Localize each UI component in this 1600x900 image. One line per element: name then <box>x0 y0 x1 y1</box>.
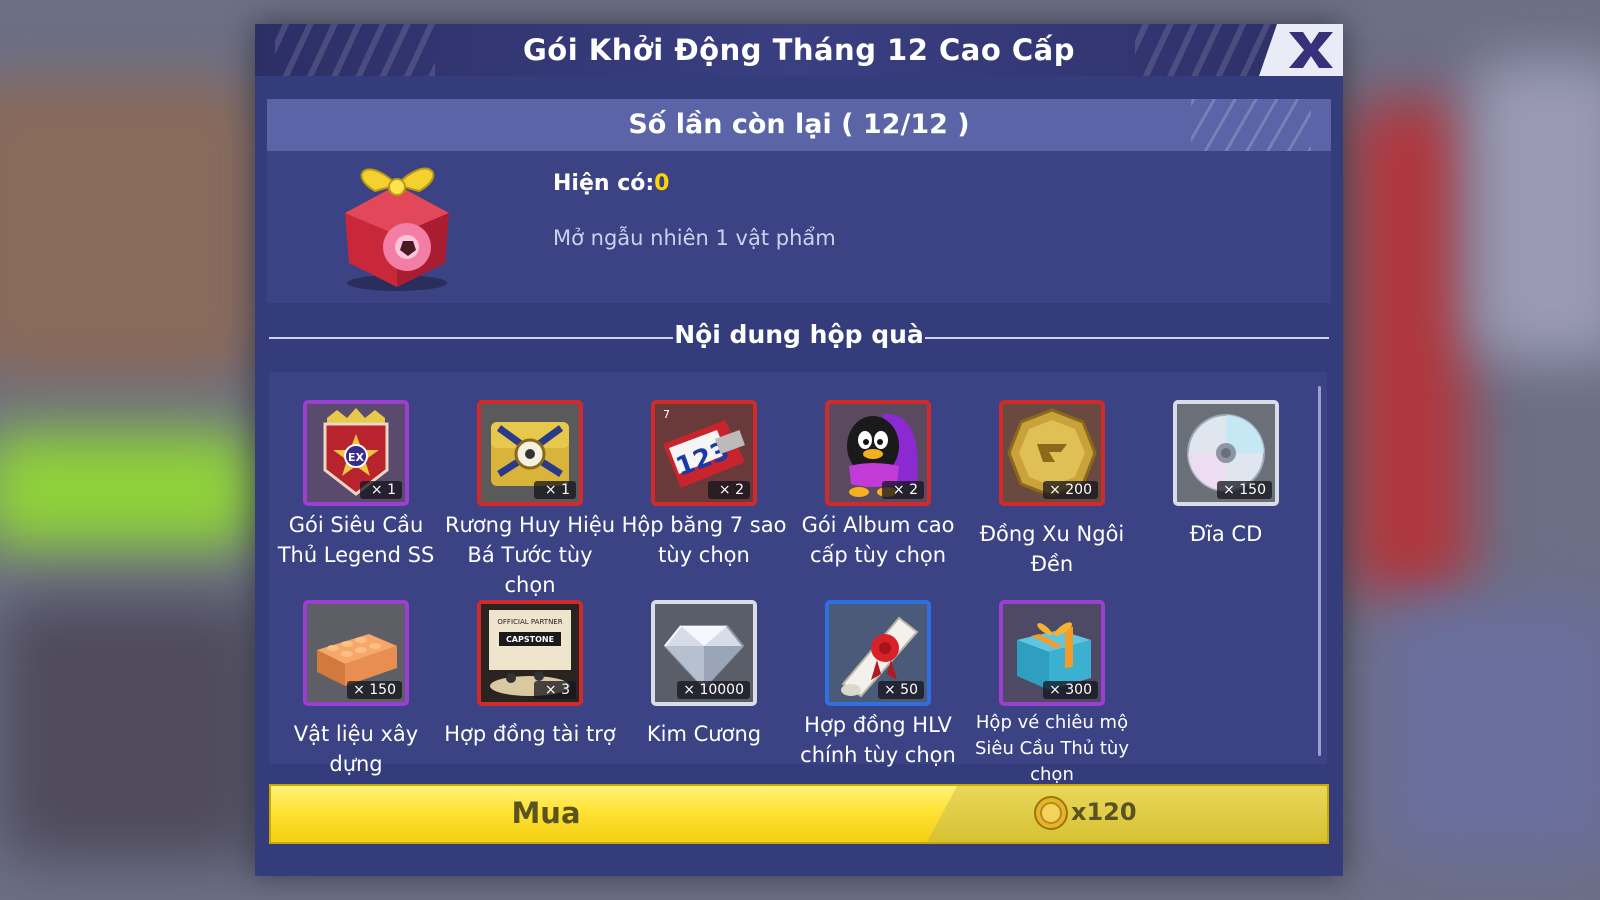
owned-label: Hiện có: <box>553 171 655 196</box>
item-label: Đĩa CD <box>1189 522 1263 546</box>
reward-item[interactable]: × 300 Hộp vé chiêu mộ Siêu Cầu Thủ tùy c… <box>965 600 1139 788</box>
pack-info-panel: Hiện có:0 Mở ngẫu nhiên 1 vật phẩm <box>267 151 1331 303</box>
item-quantity: × 200 <box>1043 481 1098 499</box>
item-frame: × 200 <box>999 400 1105 506</box>
reward-item[interactable]: × 1 Rương Huy Hiệu Bá Tước tùy chọn <box>443 400 617 600</box>
item-quantity: × 1 <box>360 481 402 499</box>
item-quantity: × 150 <box>1217 481 1272 499</box>
sponsor-badge-line1: OFFICIAL PARTNER <box>497 618 562 626</box>
reward-item[interactable]: × 150 Đĩa CD <box>1139 400 1313 549</box>
dialog-header: Gói Khởi Động Tháng 12 Cao Cấp <box>255 24 1343 76</box>
reward-item[interactable]: × 150 Vật liệu xây dựng <box>269 600 443 779</box>
item-quantity: × 2 <box>708 481 750 499</box>
reward-item[interactable]: EX × 1 Gói Siêu Cầu Thủ Legend SS <box>269 400 443 570</box>
item-frame: 123 7 × 2 <box>651 400 757 506</box>
item-frame: OFFICIAL PARTNER CAPSTONE × 3 <box>477 600 583 706</box>
item-quantity: × 1 <box>534 481 576 499</box>
reward-item[interactable]: OFFICIAL PARTNER CAPSTONE × 3 Hợp đồng t… <box>443 600 617 749</box>
buy-button[interactable]: Mua x120 <box>269 784 1329 844</box>
item-frame: × 150 <box>303 600 409 706</box>
close-icon <box>1259 24 1343 76</box>
reward-item[interactable]: 123 7 × 2 Hộp băng 7 sao tùy chọn <box>617 400 791 570</box>
gift-pack-icon <box>345 167 449 291</box>
item-label: Rương Huy Hiệu Bá Tước tùy chọn <box>444 513 616 597</box>
item-frame: × 1 <box>477 400 583 506</box>
price-value: x120 <box>1071 798 1137 826</box>
reward-item[interactable]: × 200 Đồng Xu Ngôi Đền <box>965 400 1139 579</box>
item-frame: × 300 <box>999 600 1105 706</box>
item-quantity: × 300 <box>1043 681 1098 699</box>
remaining-count: Số lần còn lại ( 12/12 ) <box>628 109 970 140</box>
reward-item[interactable]: × 10000 Kim Cương <box>617 600 791 749</box>
buy-label: Mua <box>511 796 581 830</box>
gold-coin-icon <box>1034 796 1068 830</box>
svg-text:EX: EX <box>348 451 365 464</box>
item-frame: EX × 1 <box>303 400 409 506</box>
item-frame: × 50 <box>825 600 931 706</box>
scrollbar[interactable] <box>1318 386 1321 756</box>
item-label: Hộp vé chiêu mộ Siêu Cầu Thủ tùy chọn <box>974 712 1129 785</box>
item-label: Hợp đồng tài trợ <box>444 722 616 746</box>
owned-value: 0 <box>654 171 670 196</box>
svg-text:7: 7 <box>663 408 670 421</box>
gift-pack-dialog: Gói Khởi Động Tháng 12 Cao Cấp Số lần cò… <box>255 24 1343 876</box>
item-quantity: × 2 <box>882 481 924 499</box>
close-button[interactable] <box>1259 24 1343 76</box>
sponsor-badge-line2: CAPSTONE <box>506 635 554 644</box>
item-label: Vật liệu xây dựng <box>293 722 419 776</box>
remaining-count-bar: Số lần còn lại ( 12/12 ) <box>267 99 1331 151</box>
reward-item[interactable]: × 50 Hợp đồng HLV chính tùy chọn <box>791 600 965 770</box>
item-frame: × 150 <box>1173 400 1279 506</box>
item-label: Gói Album cao cấp tùy chọn <box>801 513 955 567</box>
item-label: Gói Siêu Cầu Thủ Legend SS <box>277 513 435 567</box>
owned-count: Hiện có:0 <box>553 171 669 196</box>
item-quantity: × 50 <box>878 681 924 699</box>
contents-section-header: Nội dung hộp quà <box>269 320 1329 356</box>
item-label: Kim Cương <box>646 722 762 746</box>
item-quantity: × 3 <box>534 681 576 699</box>
item-quantity: × 150 <box>347 681 402 699</box>
dialog-title: Gói Khởi Động Tháng 12 Cao Cấp <box>523 33 1075 67</box>
section-title: Nội dung hộp quà <box>674 320 924 349</box>
item-label: Hộp băng 7 sao tùy chọn <box>621 513 787 567</box>
contents-grid[interactable]: EX × 1 Gói Siêu Cầu Thủ Legend SS × 1 Rư… <box>269 372 1327 785</box>
item-label: Đồng Xu Ngôi Đền <box>979 522 1125 576</box>
item-frame: × 2 <box>825 400 931 506</box>
reward-item[interactable]: × 2 Gói Album cao cấp tùy chọn <box>791 400 965 570</box>
pack-description: Mở ngẫu nhiên 1 vật phẩm <box>553 226 836 250</box>
item-frame: × 10000 <box>651 600 757 706</box>
item-quantity: × 10000 <box>677 681 750 699</box>
item-label: Hợp đồng HLV chính tùy chọn <box>800 713 956 767</box>
